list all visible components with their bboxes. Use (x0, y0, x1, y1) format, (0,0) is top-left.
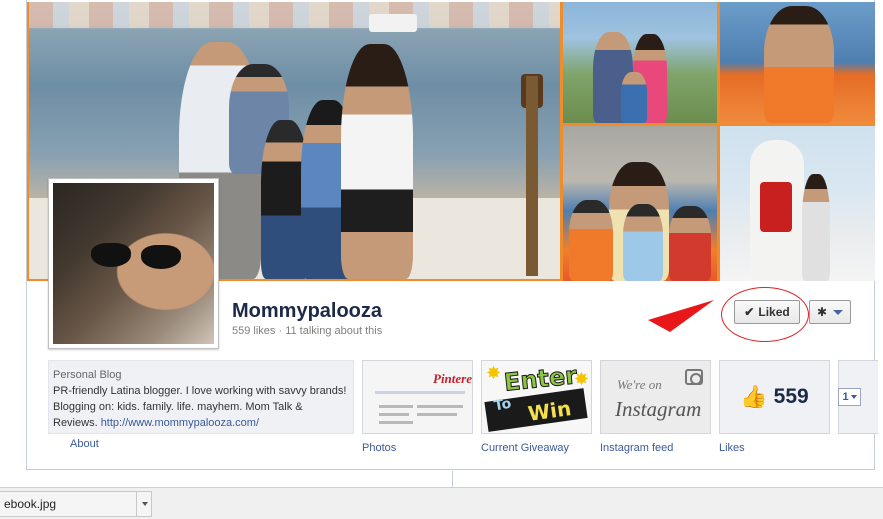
sunglasses (91, 243, 183, 269)
placeholder-line (379, 405, 413, 408)
chevron-down-icon (833, 309, 844, 315)
liked-label: Liked (758, 305, 790, 319)
cover-person-mom (341, 44, 413, 279)
likes-count: 559 (773, 385, 809, 408)
placeholder-line (417, 413, 457, 416)
cover-buildings (29, 2, 560, 28)
giveaway-win-text: Win (526, 396, 573, 426)
sunglasses-lens-left (91, 243, 131, 267)
page-stats[interactable]: 559 likes · 11 talking about this (232, 325, 382, 337)
giveaway-to-text: To (492, 395, 513, 415)
app-tile-giveaway[interactable]: ✸ ✸ ✸ Enter To Win (481, 360, 592, 434)
placeholder-line (379, 413, 409, 416)
cover-tile-family-park (563, 2, 717, 123)
chevron-down-icon (141, 502, 148, 506)
cover-tile-woman-orange (720, 2, 875, 123)
cover-tiki-torch (526, 76, 538, 276)
app-label-giveaway[interactable]: Current Giveaway (481, 442, 569, 454)
tile-person (569, 200, 613, 281)
pinterest-logo: Pinterest (433, 371, 472, 386)
placeholder-line (375, 391, 465, 394)
instagram-wordmark: Instagram (615, 397, 702, 421)
chevron-down-icon (850, 395, 857, 399)
app-tile-likes[interactable]: 👍 559 (719, 360, 830, 434)
profile-picture[interactable] (48, 178, 219, 349)
liked-button[interactable]: ✔ Liked (734, 300, 800, 324)
about-label[interactable]: About (70, 438, 99, 450)
settings-button[interactable]: ✱ (809, 300, 851, 324)
tile-person (621, 72, 647, 123)
cover-tile-kids (563, 126, 717, 281)
about-box[interactable]: Personal Blog PR-friendly Latina blogger… (48, 360, 354, 434)
star-icon: ✸ (486, 363, 502, 383)
placeholder-line (417, 405, 463, 408)
page-title: Mommypalooza (232, 300, 383, 322)
thumbs-up-icon: 👍 (740, 384, 768, 409)
check-icon: ✔ (744, 305, 755, 319)
gear-icon: ✱ (816, 305, 828, 319)
about-link[interactable]: http://www.mommypalooza.com/ (101, 417, 259, 429)
more-apps-button[interactable]: 1 (838, 388, 861, 406)
camera-icon (685, 369, 703, 385)
annotation-arrow (648, 300, 714, 332)
app-tile-photos[interactable]: Pinterest (362, 360, 473, 434)
more-apps-count: 1 (842, 391, 849, 403)
about-description: PR-friendly Latina blogger. I love worki… (53, 383, 349, 431)
polar-bear-shirt (760, 182, 792, 232)
about-category: Personal Blog (53, 369, 122, 381)
app-label-photos[interactable]: Photos (362, 442, 396, 454)
download-filename: ebook.jpg (4, 497, 57, 511)
timeline-divider (452, 471, 453, 487)
download-menu-button[interactable] (136, 492, 152, 516)
download-bar: ebook.jpg (0, 487, 883, 519)
sunglasses-lens-right (141, 245, 181, 269)
app-label-likes[interactable]: Likes (719, 442, 745, 454)
tile-person (764, 6, 834, 123)
app-tile-instagram[interactable]: We're on Instagram (600, 360, 711, 434)
cover-tile-polar-bear (720, 126, 875, 281)
download-item[interactable]: ebook.jpg (0, 491, 152, 517)
cover-boat (369, 14, 417, 32)
placeholder-line (379, 421, 413, 424)
app-label-instagram[interactable]: Instagram feed (600, 442, 673, 454)
tile-person (802, 174, 830, 281)
instagram-subtext: We're on (617, 377, 662, 392)
tile-person (669, 206, 711, 281)
tile-person (623, 204, 663, 281)
profile-photo (53, 183, 214, 344)
